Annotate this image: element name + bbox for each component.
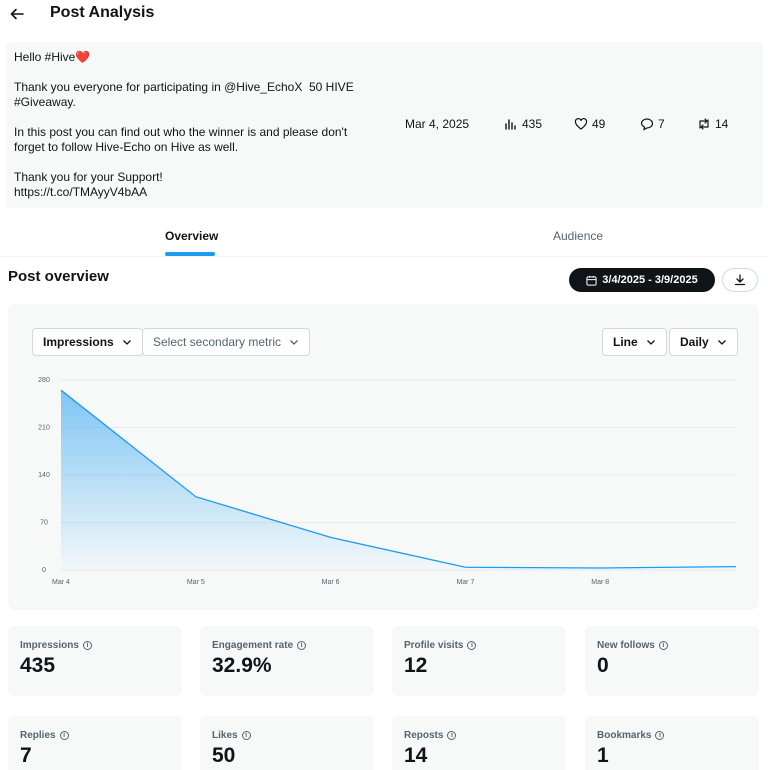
metric-card: Reposts i 14 [392, 716, 566, 770]
metric-label: Likes i [212, 730, 251, 741]
interval-select[interactable]: Daily [669, 328, 738, 356]
chevron-down-icon [646, 340, 655, 345]
date-range-label: 3/4/2025 - 3/9/2025 [602, 274, 698, 286]
post-likes-stat: 49 [574, 117, 605, 131]
metric-label: Engagement rate i [212, 640, 307, 651]
post-replies-stat: 7 [640, 117, 665, 131]
metric-label: Impressions i [20, 640, 92, 651]
interval-label: Daily [680, 335, 709, 349]
y-tick-label: 70 [40, 520, 48, 527]
metric-label-text: Reposts [404, 730, 444, 741]
y-tick-label: 210 [38, 425, 50, 432]
post-card[interactable]: Hello #Hive❤️ Thank you everyone for par… [6, 42, 763, 208]
date-range-button[interactable]: 3/4/2025 - 3/9/2025 [569, 268, 715, 292]
metric-value: 50 [212, 744, 236, 767]
header: Post Analysis [0, 0, 768, 30]
heart-icon [574, 117, 588, 130]
x-tick-label: Mar 7 [456, 579, 474, 586]
secondary-metric-select[interactable]: Select secondary metric [142, 328, 311, 356]
download-icon [734, 274, 746, 286]
primary-metric-select[interactable]: Impressions [32, 328, 143, 356]
info-icon[interactable]: i [82, 641, 92, 650]
x-tick-label: Mar 5 [187, 579, 205, 586]
metric-label-text: Impressions [20, 640, 79, 651]
impressions-chart: 0 70 140 210 280 Mar 4 Mar 5 Mar 6 Mar 7 Mar 8 [38, 377, 737, 586]
metric-card: Replies i 7 [8, 716, 182, 770]
post-replies-count: 7 [658, 117, 665, 131]
page-title: Post Analysis [50, 4, 155, 21]
primary-metric-label: Impressions [43, 335, 114, 349]
post-views-count: 435 [522, 117, 543, 131]
info-icon[interactable]: i [467, 641, 477, 650]
bar-chart-icon [505, 119, 516, 130]
metric-value: 1 [597, 744, 609, 767]
metric-value: 14 [404, 744, 428, 767]
info-icon[interactable]: i [655, 731, 665, 740]
metric-label-text: Bookmarks [597, 730, 652, 741]
metric-card: Likes i 50 [200, 716, 374, 770]
section-title: Post overview [8, 268, 109, 285]
tab-bar: Overview Audience [0, 216, 768, 257]
metric-label: Bookmarks i [597, 730, 665, 741]
post-text: Hello #Hive❤️ Thank you everyone for par… [14, 50, 354, 199]
tab-overview[interactable]: Overview [165, 229, 218, 243]
metric-value: 0 [597, 654, 609, 677]
post-reposts-stat: 14 [697, 117, 728, 131]
repost-icon [699, 118, 709, 130]
post-date: Mar 4, 2025 [405, 117, 470, 131]
impressions-area [61, 390, 736, 570]
post-reposts-count: 14 [715, 117, 729, 131]
metric-label: New follows i [597, 640, 668, 651]
metric-card: New follows i 0 [585, 626, 759, 696]
back-button[interactable] [8, 4, 26, 24]
secondary-metric-placeholder: Select secondary metric [153, 335, 282, 349]
info-icon[interactable]: i [297, 641, 307, 650]
chevron-down-icon [290, 340, 299, 345]
metric-value: 12 [404, 654, 428, 677]
y-tick-label: 0 [42, 567, 46, 574]
info-icon[interactable]: i [241, 731, 251, 740]
metric-label-text: Engagement rate [212, 640, 294, 651]
comment-icon [640, 118, 654, 131]
metric-value: 32.9% [212, 654, 272, 677]
metric-label: Reposts i [404, 730, 457, 741]
x-tick-label: Mar 4 [52, 579, 70, 586]
active-tab-indicator [165, 252, 215, 256]
metric-card: Bookmarks i 1 [585, 716, 759, 770]
metric-card: Engagement rate i 32.9% [200, 626, 374, 696]
x-tick-label: Mar 6 [322, 579, 340, 586]
metric-label: Profile visits i [404, 640, 477, 651]
chevron-down-icon [122, 340, 131, 345]
x-tick-label: Mar 8 [591, 579, 609, 586]
metric-value: 435 [20, 654, 56, 677]
info-icon[interactable]: i [447, 731, 457, 740]
metric-label-text: Profile visits [404, 640, 464, 651]
metric-card: Profile visits i 12 [392, 626, 566, 696]
metric-card: Impressions i 435 [8, 626, 182, 696]
chart-type-label: Line [613, 335, 638, 349]
arrow-left-icon [10, 8, 24, 20]
metric-label-text: Replies [20, 730, 56, 741]
post-views-stat: 435 [504, 117, 542, 131]
chart-type-select[interactable]: Line [602, 328, 667, 356]
y-tick-label: 140 [38, 472, 50, 479]
chevron-down-icon [717, 340, 726, 345]
post-likes-count: 49 [592, 117, 606, 131]
calendar-icon [586, 275, 597, 286]
info-icon[interactable]: i [59, 731, 69, 740]
y-tick-label: 280 [38, 377, 50, 384]
metric-value: 7 [20, 744, 32, 767]
metric-label-text: New follows [597, 640, 655, 651]
metric-label: Replies i [20, 730, 69, 741]
info-icon[interactable]: i [658, 641, 668, 650]
download-button[interactable] [722, 268, 758, 292]
chart-panel: Impressions Select secondary metric Line… [8, 304, 759, 610]
tab-audience[interactable]: Audience [553, 229, 603, 243]
metric-label-text: Likes [212, 730, 238, 741]
